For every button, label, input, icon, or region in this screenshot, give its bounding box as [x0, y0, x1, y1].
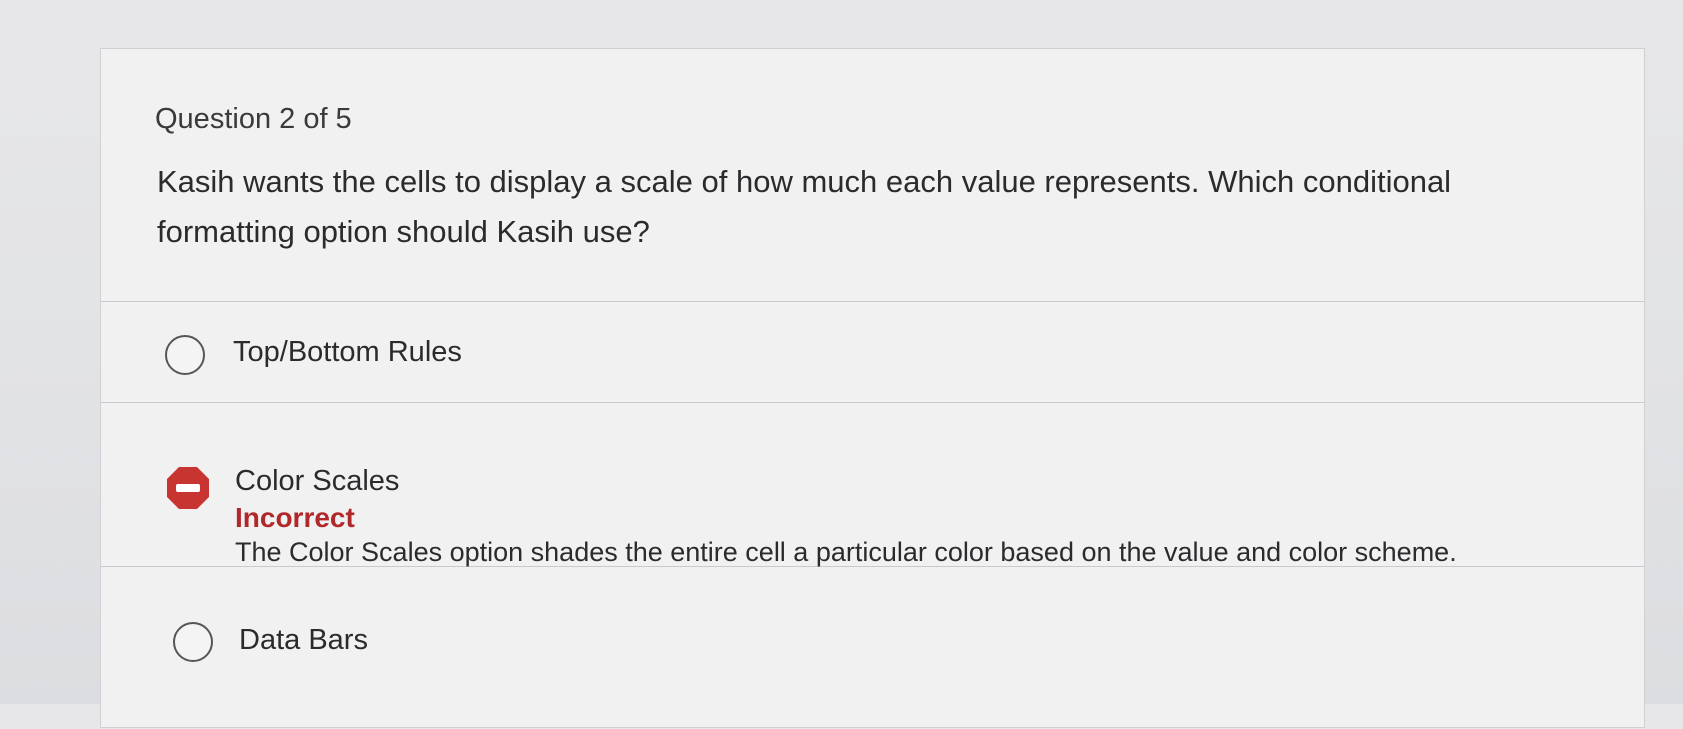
question-card: Question 2 of 5 Kasih wants the cells to… — [100, 48, 1645, 728]
feedback-status: Incorrect — [235, 502, 355, 533]
answer-option-color-scales[interactable]: Color Scales Incorrect The Color Scales … — [101, 403, 1644, 567]
option-label: Data Bars — [239, 624, 368, 656]
question-prompt: Kasih wants the cells to display a scale… — [157, 164, 1452, 249]
radio-button[interactable] — [165, 335, 205, 375]
answer-option-top-bottom-rules[interactable]: Top/Bottom Rules — [101, 302, 1644, 403]
radio-button[interactable] — [173, 622, 213, 662]
incorrect-stop-icon — [165, 465, 211, 511]
option-label: Top/Bottom Rules — [233, 336, 462, 368]
feedback-explanation: The Color Scales option shades the entir… — [235, 537, 1457, 567]
question-header: Question 2 of 5 Kasih wants the cells to… — [101, 49, 1644, 302]
option-label: Color Scales — [235, 465, 400, 497]
question-counter: Question 2 of 5 — [155, 103, 352, 135]
answer-option-data-bars[interactable]: Data Bars — [101, 567, 1644, 729]
